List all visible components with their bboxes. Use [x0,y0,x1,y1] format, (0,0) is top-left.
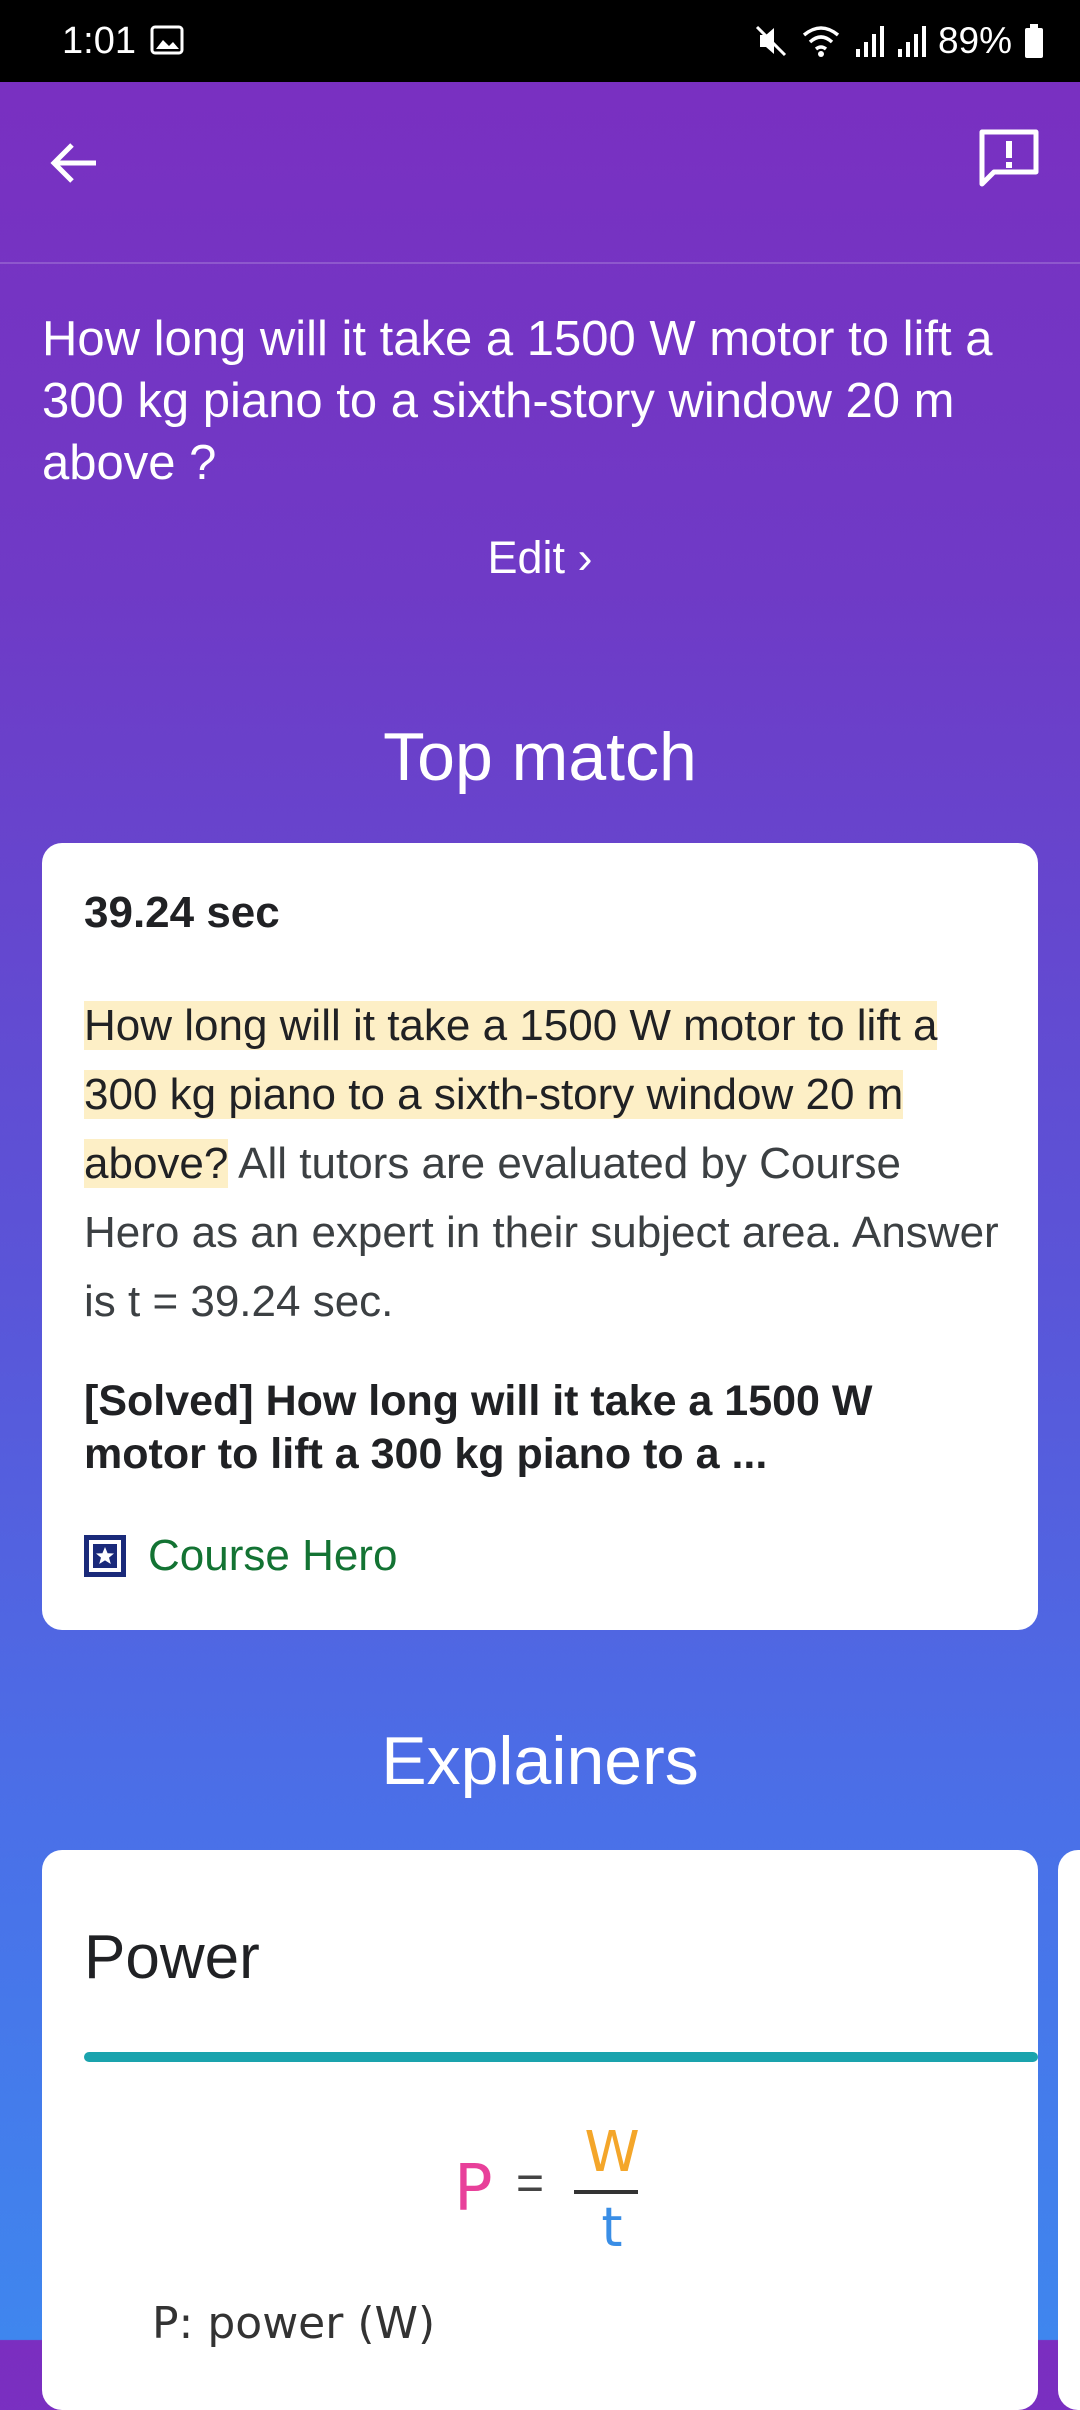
explainer-card-power[interactable]: Power P = W t P: power (W) [42,1850,1038,2410]
status-time: 1:01 [62,20,136,62]
wifi-icon [802,26,840,57]
status-bar: 1:01 89% [0,0,1080,82]
signal-icon [897,26,926,57]
image-icon [150,25,184,55]
edit-query-link[interactable]: Edit › [0,532,1080,584]
status-icons: 89% [754,18,1044,64]
formula-numerator: W [584,2120,640,2185]
source-link[interactable]: Course Hero [84,1531,397,1581]
formula-fraction-bar [574,2190,638,2194]
top-match-card[interactable]: 39.24 sec How long will it take a 1500 W… [42,843,1038,1630]
feedback-icon [979,129,1039,187]
battery-percent: 89% [937,20,1012,61]
explainer-title: Power [84,1923,260,1992]
source-name: Course Hero [148,1531,398,1580]
course-hero-logo-icon [84,1535,126,1577]
formula-denominator: t [601,2196,623,2259]
back-button[interactable] [44,132,106,194]
battery-icon [1025,24,1043,58]
signal-icon [855,26,884,57]
formula-equals: = [516,2157,545,2210]
mute-icon [755,25,786,57]
formula-power-symbol: P [454,2152,493,2226]
power-formula: P = W t [42,2120,1038,2259]
top-match-heading: Top match [383,719,697,795]
next-explainer-card[interactable] [1058,1850,1080,2410]
result-snippet: How long will it take a 1500 W motor to … [84,991,1004,1336]
app-bar [0,82,1080,264]
formula-legend: P: power (W) [152,2298,436,2349]
result-title-link[interactable]: [Solved] How long will it take a 1500 W … [84,1375,964,1481]
explainers-heading: Explainers [381,1723,699,1799]
explainer-divider [84,2052,1038,2062]
feedback-button[interactable] [976,126,1042,192]
arrow-left-icon [50,143,96,183]
search-query: How long will it take a 1500 W motor to … [42,312,993,490]
answer-text: 39.24 sec [84,888,280,937]
